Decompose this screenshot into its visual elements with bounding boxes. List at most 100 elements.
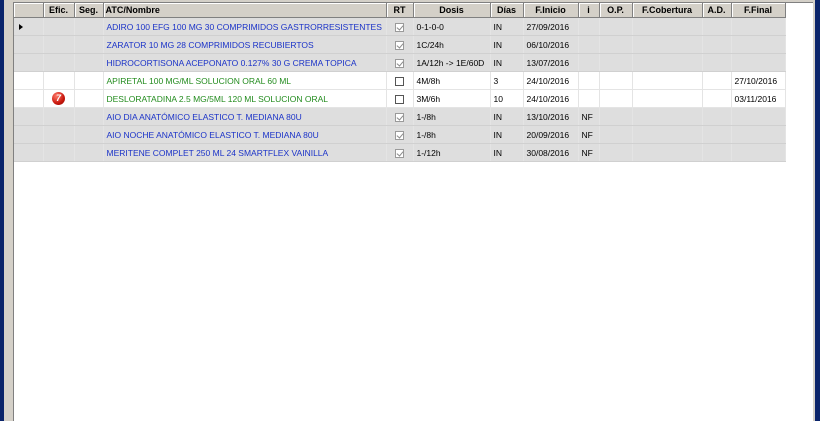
rt-cell[interactable] <box>386 17 414 36</box>
table-row[interactable]: 7 DESLORATADINA 2.5 MG/5ML 120 ML SOLUCIO… <box>14 89 786 108</box>
dosis-cell[interactable]: 1-/12h <box>413 143 491 162</box>
table-row[interactable]: AIO NOCHE ANATÓMICO ELASTICO T. MEDIANA … <box>14 125 786 144</box>
i-cell[interactable] <box>578 17 600 36</box>
rt-cell[interactable] <box>386 89 414 108</box>
i-cell[interactable] <box>578 89 600 108</box>
rt-checkbox[interactable] <box>395 76 404 86</box>
row-indicator-cell[interactable] <box>14 125 44 144</box>
table-row[interactable]: APIRETAL 100 MG/ML SOLUCION ORAL 60 ML 4M… <box>14 71 786 90</box>
dias-cell[interactable]: IN <box>490 53 524 72</box>
dias-cell[interactable]: IN <box>490 17 524 36</box>
dosis-cell[interactable]: 3M/6h <box>413 89 491 108</box>
f-final-cell[interactable] <box>731 35 786 54</box>
seg-cell[interactable] <box>74 71 104 90</box>
header-indicator[interactable] <box>14 3 44 18</box>
header-efic[interactable]: Efic. <box>43 3 75 18</box>
row-indicator-cell[interactable] <box>14 143 44 162</box>
header-dias[interactable]: Días <box>490 3 524 18</box>
op-cell[interactable] <box>599 125 633 144</box>
rt-checkbox[interactable] <box>395 22 404 32</box>
ad-cell[interactable] <box>702 17 732 36</box>
dias-cell[interactable]: 3 <box>490 71 524 90</box>
header-seg[interactable]: Seg. <box>74 3 104 18</box>
rt-checkbox[interactable] <box>395 130 404 140</box>
interaction-alert-icon[interactable]: 7 <box>52 92 65 105</box>
ad-cell[interactable] <box>702 53 732 72</box>
medication-name[interactable]: APIRETAL 100 MG/ML SOLUCION ORAL 60 ML <box>103 71 387 90</box>
seg-cell[interactable] <box>74 17 104 36</box>
rt-checkbox[interactable] <box>395 58 404 68</box>
rt-cell[interactable] <box>386 53 414 72</box>
rt-checkbox[interactable] <box>395 94 404 104</box>
table-row[interactable]: MERITENE COMPLET 250 ML 24 SMARTFLEX VAI… <box>14 143 786 162</box>
medication-grid[interactable]: Efic. Seg. ATC/Nombre RT Dosis Días F.In… <box>13 2 813 421</box>
f-inicio-cell[interactable]: 13/07/2016 <box>523 53 579 72</box>
f-final-cell[interactable] <box>731 53 786 72</box>
efic-cell[interactable]: 7 <box>43 89 75 108</box>
rt-checkbox[interactable] <box>395 40 404 50</box>
efic-cell[interactable] <box>43 107 75 126</box>
dias-cell[interactable]: IN <box>490 125 524 144</box>
f-inicio-cell[interactable]: 24/10/2016 <box>523 71 579 90</box>
i-cell[interactable]: NF <box>578 125 600 144</box>
header-rt[interactable]: RT <box>386 3 414 18</box>
row-indicator-cell[interactable] <box>14 17 44 36</box>
dias-cell[interactable]: 10 <box>490 89 524 108</box>
seg-cell[interactable] <box>74 125 104 144</box>
medication-name[interactable]: HIDROCORTISONA ACEPONATO 0.127% 30 G CRE… <box>103 53 387 72</box>
rt-cell[interactable] <box>386 71 414 90</box>
op-cell[interactable] <box>599 35 633 54</box>
ad-cell[interactable] <box>702 71 732 90</box>
rt-cell[interactable] <box>386 125 414 144</box>
op-cell[interactable] <box>599 17 633 36</box>
header-op[interactable]: O.P. <box>599 3 633 18</box>
dosis-cell[interactable]: 1-/8h <box>413 107 491 126</box>
i-cell[interactable]: NF <box>578 107 600 126</box>
medication-name[interactable]: DESLORATADINA 2.5 MG/5ML 120 ML SOLUCION… <box>103 89 387 108</box>
dias-cell[interactable]: IN <box>490 35 524 54</box>
ad-cell[interactable] <box>702 125 732 144</box>
f-final-cell[interactable] <box>731 125 786 144</box>
rt-cell[interactable] <box>386 107 414 126</box>
header-f-cobertura[interactable]: F.Cobertura <box>632 3 703 18</box>
f-cobertura-cell[interactable] <box>632 71 703 90</box>
dias-cell[interactable]: IN <box>490 143 524 162</box>
table-row[interactable]: ZARATOR 10 MG 28 COMPRIMIDOS RECUBIERTOS… <box>14 35 786 54</box>
i-cell[interactable]: NF <box>578 143 600 162</box>
row-indicator-cell[interactable] <box>14 35 44 54</box>
efic-cell[interactable] <box>43 53 75 72</box>
f-inicio-cell[interactable]: 30/08/2016 <box>523 143 579 162</box>
op-cell[interactable] <box>599 107 633 126</box>
rt-cell[interactable] <box>386 143 414 162</box>
dias-cell[interactable]: IN <box>490 107 524 126</box>
table-row[interactable]: ADIRO 100 EFG 100 MG 30 COMPRIMIDOS GAST… <box>14 17 786 36</box>
header-f-final[interactable]: F.Final <box>731 3 786 18</box>
dosis-cell[interactable]: 1C/24h <box>413 35 491 54</box>
row-indicator-cell[interactable] <box>14 107 44 126</box>
op-cell[interactable] <box>599 143 633 162</box>
seg-cell[interactable] <box>74 107 104 126</box>
seg-cell[interactable] <box>74 53 104 72</box>
header-ad[interactable]: A.D. <box>702 3 732 18</box>
f-inicio-cell[interactable]: 06/10/2016 <box>523 35 579 54</box>
op-cell[interactable] <box>599 71 633 90</box>
row-indicator-cell[interactable] <box>14 89 44 108</box>
f-cobertura-cell[interactable] <box>632 53 703 72</box>
f-inicio-cell[interactable]: 24/10/2016 <box>523 89 579 108</box>
seg-cell[interactable] <box>74 35 104 54</box>
row-indicator-cell[interactable] <box>14 71 44 90</box>
rt-checkbox[interactable] <box>395 148 404 158</box>
rt-checkbox[interactable] <box>395 112 404 122</box>
f-cobertura-cell[interactable] <box>632 89 703 108</box>
ad-cell[interactable] <box>702 107 732 126</box>
header-f-inicio[interactable]: F.Inicio <box>523 3 579 18</box>
efic-cell[interactable] <box>43 125 75 144</box>
dosis-cell[interactable]: 1A/12h -> 1E/60D <box>413 53 491 72</box>
efic-cell[interactable] <box>43 17 75 36</box>
f-final-cell[interactable] <box>731 107 786 126</box>
f-cobertura-cell[interactable] <box>632 143 703 162</box>
op-cell[interactable] <box>599 53 633 72</box>
medication-name[interactable]: ADIRO 100 EFG 100 MG 30 COMPRIMIDOS GAST… <box>103 17 387 36</box>
row-indicator-cell[interactable] <box>14 53 44 72</box>
header-i[interactable]: i <box>578 3 600 18</box>
